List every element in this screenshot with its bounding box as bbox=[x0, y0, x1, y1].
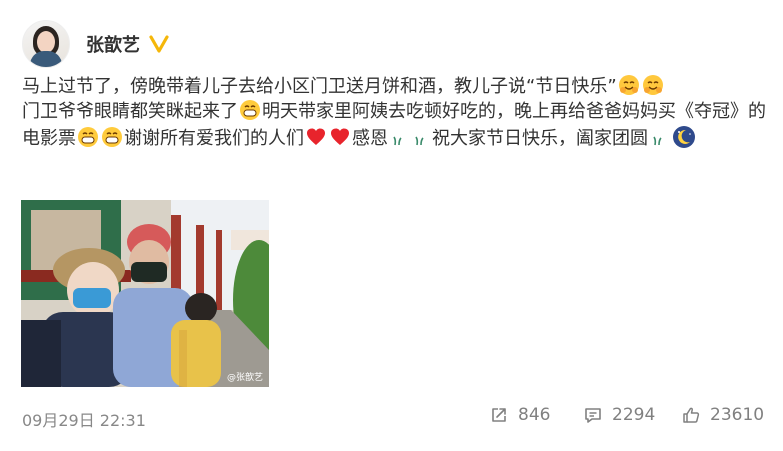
post-segment: 感恩 bbox=[352, 128, 388, 149]
verified-badge-icon bbox=[148, 33, 170, 55]
post-segment: 马上过节了，傍晚带着儿子去给小区门卫送月饼和酒，教儿子说“节日快乐” bbox=[22, 76, 617, 97]
post-footer: 09月29日 22:31 846 2294 23610 bbox=[22, 405, 770, 435]
avatar[interactable] bbox=[22, 20, 70, 68]
grass-emoji-icon bbox=[653, 136, 662, 146]
username[interactable]: 张歆艺 bbox=[86, 31, 140, 57]
like-count: 23610 bbox=[710, 405, 765, 425]
post-image[interactable]: @张歆艺 bbox=[21, 200, 269, 387]
forward-count: 846 bbox=[518, 405, 551, 425]
post-header: 张歆艺 bbox=[22, 20, 170, 68]
grass-emoji-icon bbox=[415, 136, 424, 146]
comment-button[interactable]: 2294 bbox=[584, 405, 655, 425]
comment-count: 2294 bbox=[612, 405, 656, 425]
family-photo bbox=[21, 200, 269, 387]
comment-icon bbox=[585, 408, 601, 423]
grin-emoji-icon bbox=[240, 100, 260, 120]
post-segment: 祝大家节日快乐，阖家团圆 bbox=[432, 128, 648, 149]
heart-emoji-icon bbox=[307, 128, 325, 145]
forward-button[interactable]: 846 bbox=[490, 405, 550, 425]
share-icon bbox=[492, 408, 506, 422]
thumbs-up-icon bbox=[683, 407, 700, 423]
post-segment: 门卫爷爷眼睛都笑眯起来了 bbox=[22, 101, 238, 122]
photo-watermark: @张歆艺 bbox=[226, 373, 263, 383]
post-timestamp[interactable]: 09月29日 22:31 bbox=[22, 407, 146, 431]
grass-emoji-icon bbox=[393, 136, 402, 146]
hug-emoji-icon bbox=[642, 75, 663, 95]
grin-emoji-icon bbox=[78, 127, 98, 147]
post-segment: 谢谢所有爱我们的人们 bbox=[124, 128, 304, 149]
like-button[interactable]: 23610 bbox=[682, 405, 764, 425]
grin-emoji-icon bbox=[102, 127, 122, 147]
hug-emoji-icon bbox=[618, 75, 639, 95]
moon-emoji-icon bbox=[673, 126, 695, 148]
post-text: 马上过节了，傍晚带着儿子去给小区门卫送月饼和酒，教儿子说“节日快乐” 门卫爷爷眼睛… bbox=[22, 74, 772, 151]
heart-emoji-icon bbox=[331, 128, 349, 145]
